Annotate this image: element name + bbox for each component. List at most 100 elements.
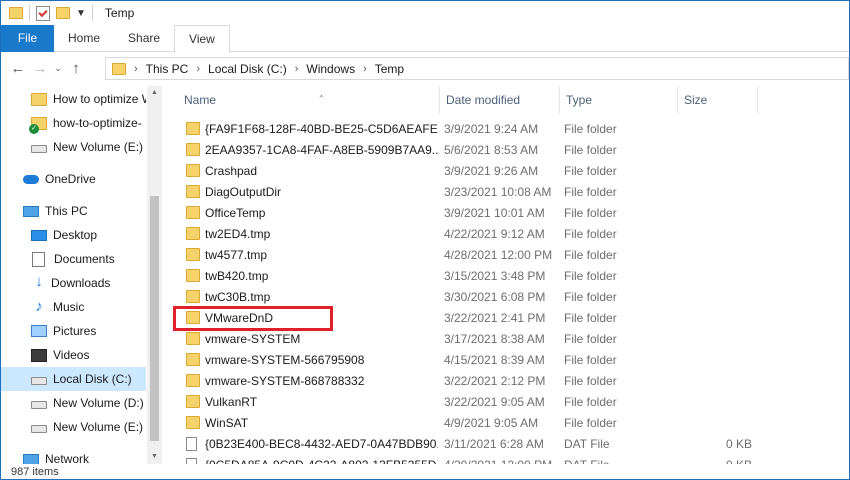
table-row[interactable]: WinSAT 4/9/2021 9:05 AM File folder xyxy=(164,412,849,433)
properties-icon[interactable] xyxy=(36,5,50,21)
nav-item-how-to-optimize[interactable]: How to optimize W xyxy=(1,87,146,111)
folder-icon xyxy=(186,374,200,387)
downloads-icon: ↓ xyxy=(35,273,43,290)
nav-item-documents[interactable]: Documents xyxy=(1,247,146,271)
toolbar-divider xyxy=(29,5,30,21)
nav-item-label: New Volume (D:) xyxy=(53,396,144,410)
nav-item-pictures[interactable]: Pictures xyxy=(1,319,146,343)
breadcrumb-this-pc[interactable]: This PC xyxy=(146,62,189,76)
nav-item-new-volume-e[interactable]: New Volume (E:) xyxy=(1,135,146,159)
date-modified-cell: 4/28/2021 12:00 PM xyxy=(444,247,553,262)
nav-item-desktop[interactable]: Desktop xyxy=(1,223,146,247)
table-row[interactable]: DiagOutputDir 3/23/2021 10:08 AM File fold… xyxy=(164,181,849,202)
table-row[interactable]: 2EAA9357-1CA8-4FAF-A8EB-5909B7AA9... 5/6/… xyxy=(164,139,849,160)
date-modified-cell: 3/23/2021 10:08 AM xyxy=(444,184,552,199)
status-bar: 987 items xyxy=(1,464,849,479)
file-name: 2EAA9357-1CA8-4FAF-A8EB-5909B7AA9... xyxy=(205,142,438,157)
scroll-down-icon[interactable]: ▼ xyxy=(147,450,162,464)
column-header-type[interactable]: Type xyxy=(560,86,678,114)
tab-home[interactable]: Home xyxy=(54,25,114,52)
date-modified-cell: 3/11/2021 6:28 AM xyxy=(444,436,544,451)
documents-icon xyxy=(32,251,45,267)
folder-icon xyxy=(186,311,200,324)
drive-icon xyxy=(31,376,47,385)
tab-view[interactable]: View xyxy=(174,25,230,53)
table-row[interactable]: vmware-SYSTEM 3/17/2021 8:38 AM File folde… xyxy=(164,328,849,349)
file-name: WinSAT xyxy=(205,415,249,430)
folder-icon xyxy=(186,185,200,198)
item-count: 987 items xyxy=(11,466,59,478)
address-bar[interactable]: › This PC › Local Disk (C:) › Windows › … xyxy=(105,57,849,80)
up-arrow-icon[interactable]: ↑ xyxy=(65,60,87,77)
type-cell: File folder xyxy=(564,415,617,430)
new-folder-icon[interactable] xyxy=(56,7,70,19)
tab-share[interactable]: Share xyxy=(114,25,174,52)
table-row[interactable]: vmware-SYSTEM-566795908 4/15/2021 8:39 AM… xyxy=(164,349,849,370)
folder-icon xyxy=(186,248,200,261)
table-row[interactable]: twB420.tmp 3/15/2021 3:48 PM File folder xyxy=(164,265,849,286)
type-cell: File folder xyxy=(564,331,617,346)
nav-pane-scrollbar[interactable]: ▲ ▼ xyxy=(147,86,162,464)
table-row[interactable]: {0C5DA85A-9C0D-4C22-A802-13FB5355D...4/2… xyxy=(164,454,849,464)
column-header-date[interactable]: Date modified xyxy=(440,86,560,114)
nav-item-downloads[interactable]: ↓ Downloads xyxy=(1,271,146,295)
ribbon-tabs: File Home Share View xyxy=(1,25,849,53)
nav-item-network[interactable]: Network xyxy=(1,447,146,464)
scrollbar-thumb[interactable] xyxy=(150,196,159,441)
file-name: VMwareDnD xyxy=(205,310,274,325)
folder-icon xyxy=(9,7,23,19)
type-cell: File folder xyxy=(564,310,617,325)
chevron-down-icon[interactable]: ▼ xyxy=(76,8,86,19)
table-row[interactable]: tw4577.tmp 4/28/2021 12:00 PM File folder xyxy=(164,244,849,265)
name-cell: WinSAT xyxy=(186,416,438,430)
nav-item-music[interactable]: ♪ Music xyxy=(1,295,146,319)
folder-icon xyxy=(186,290,200,303)
table-row[interactable]: {FA9F1F68-128F-40BD-BE25-C5D6AEAFE... 3/9… xyxy=(164,118,849,139)
tab-file[interactable]: File xyxy=(1,25,54,52)
chevron-right-icon[interactable]: › xyxy=(196,63,200,75)
breadcrumb-temp[interactable]: Temp xyxy=(375,62,404,76)
drive-icon xyxy=(31,424,47,433)
table-row[interactable]: tw2ED4.tmp 4/22/2021 9:12 AM File folder xyxy=(164,223,849,244)
column-header-name[interactable]: ⌃ Name xyxy=(178,86,440,114)
breadcrumb-local-disk[interactable]: Local Disk (C:) xyxy=(208,62,287,76)
type-cell: File folder xyxy=(564,373,617,388)
chevron-right-icon[interactable]: › xyxy=(295,63,299,75)
nav-item-videos[interactable]: Videos xyxy=(1,343,146,367)
table-row[interactable]: {0B23E400-BEC8-4432-AED7-0A47BDB90... 3/1… xyxy=(164,433,849,454)
date-modified-cell: 4/9/2021 9:05 AM xyxy=(444,415,539,430)
nav-item-new-volume-d[interactable]: New Volume (D:) xyxy=(1,391,146,415)
nav-item-onedrive[interactable]: OneDrive xyxy=(1,167,146,191)
date-modified-cell: 4/22/2021 9:12 AM xyxy=(444,226,545,241)
table-row[interactable]: OfficeTemp 3/9/2021 10:01 AM File folder xyxy=(164,202,849,223)
recent-locations-chevron-icon[interactable]: ⌄ xyxy=(51,63,65,74)
column-header-size[interactable]: Size xyxy=(678,86,758,114)
forward-arrow-icon[interactable]: → xyxy=(29,60,51,77)
table-row[interactable]: twC30B.tmp 3/30/2021 6:08 PM File folder xyxy=(164,286,849,307)
nav-item-local-disk-c[interactable]: Local Disk (C:) xyxy=(1,367,146,391)
table-row[interactable]: Crashpad 3/9/2021 9:26 AM File folder xyxy=(164,160,849,181)
name-cell: vmware-SYSTEM-566795908 xyxy=(186,353,438,367)
nav-item-label: Videos xyxy=(53,348,90,362)
chevron-right-icon[interactable]: › xyxy=(363,63,367,75)
name-cell: 2EAA9357-1CA8-4FAF-A8EB-5909B7AA9... xyxy=(186,143,438,157)
type-cell: File folder xyxy=(564,142,617,157)
nav-item-new-volume-e-2[interactable]: New Volume (E:) xyxy=(1,415,146,439)
sort-ascending-icon: ⌃ xyxy=(318,94,325,103)
table-row[interactable]: vmware-SYSTEM-868788332 3/22/2021 2:12 PM… xyxy=(164,370,849,391)
folder-icon xyxy=(186,227,200,240)
scroll-up-icon[interactable]: ▲ xyxy=(147,86,162,100)
folder-icon xyxy=(186,395,200,408)
nav-item-how-to-optimize-synced[interactable]: how-to-optimize- xyxy=(1,111,146,135)
table-row[interactable]: VulkanRT 3/22/2021 9:05 AM File folder xyxy=(164,391,849,412)
file-name: {FA9F1F68-128F-40BD-BE25-C5D6AEAFE... xyxy=(205,121,438,136)
table-row[interactable]: VMwareDnD 3/22/2021 2:41 PM File folder xyxy=(164,307,849,328)
date-modified-cell: 3/9/2021 9:26 AM xyxy=(444,163,539,178)
breadcrumb-windows[interactable]: Windows xyxy=(306,62,355,76)
folder-icon xyxy=(186,269,200,282)
desktop-icon xyxy=(31,229,47,241)
folder-icon xyxy=(186,206,200,219)
chevron-right-icon[interactable]: › xyxy=(134,63,138,75)
nav-item-this-pc[interactable]: This PC xyxy=(1,199,146,223)
back-arrow-icon[interactable]: ← xyxy=(7,60,29,77)
